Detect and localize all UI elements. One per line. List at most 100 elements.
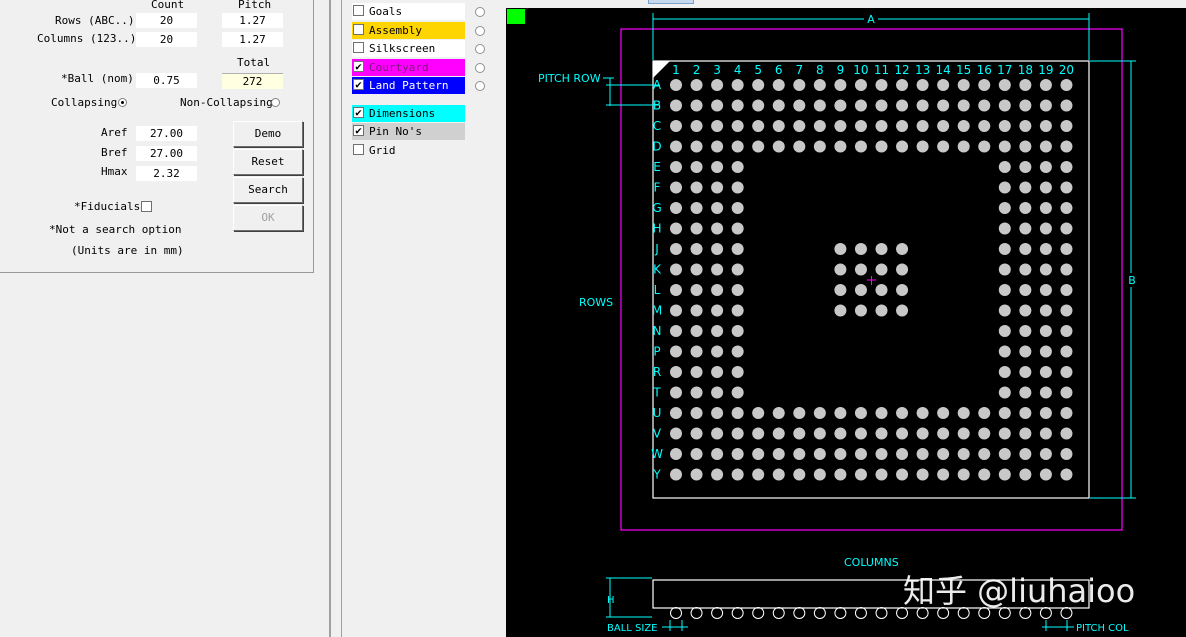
- side-view-ball: [670, 607, 682, 619]
- ball-pad: [916, 99, 929, 112]
- rows-count-field[interactable]: [136, 13, 197, 28]
- ball-pad: [731, 284, 744, 296]
- ball-pad: [731, 325, 744, 337]
- ball-pad: [1019, 140, 1032, 153]
- layer-row-pin-no-s[interactable]: ✔ Pin No's: [352, 123, 465, 140]
- ball-pad: [1039, 345, 1052, 358]
- ball-pad: [1039, 161, 1052, 173]
- ball-pad: [772, 407, 785, 419]
- ball-pad: [875, 284, 888, 296]
- row-letter: E: [653, 160, 661, 174]
- ball-pad: [916, 79, 929, 91]
- ball-pad: [670, 202, 682, 214]
- ball-pad: [670, 243, 682, 255]
- ball-pad: [731, 79, 744, 91]
- ball-pad: [690, 79, 703, 91]
- ball-pad: [1039, 120, 1052, 132]
- ball-pad: [1039, 284, 1052, 296]
- aref-field[interactable]: [136, 126, 197, 141]
- ball-pad: [1060, 427, 1073, 440]
- ball-pad: [752, 99, 765, 112]
- ok-button[interactable]: OK: [233, 205, 303, 231]
- layer-active-radio[interactable]: [475, 81, 485, 91]
- ball-pad: [896, 468, 909, 481]
- layer-checkbox[interactable]: [353, 42, 364, 53]
- search-button[interactable]: Search: [233, 177, 303, 203]
- ball-pad: [752, 427, 765, 440]
- ball-pad: [834, 243, 847, 255]
- footprint-canvas[interactable]: A B PITCH ROW ROWS 1 2 3 4 5 6 7 8 9 10 11 12 13 14 15 16 17…: [506, 8, 1186, 637]
- noncollapsing-radio[interactable]: [271, 98, 280, 107]
- layer-row-assembly[interactable]: Assembly: [352, 22, 465, 39]
- ball-pad: [670, 140, 682, 153]
- ball-pad: [711, 120, 724, 132]
- ball-pad: [772, 468, 785, 481]
- collapsing-radio[interactable]: [118, 98, 127, 107]
- ball-pad: [731, 181, 744, 194]
- ball-pad: [772, 427, 785, 440]
- ball-pad: [670, 161, 682, 173]
- bref-field[interactable]: [136, 146, 197, 161]
- layer-checkbox[interactable]: ✔: [353, 125, 364, 136]
- fiducials-checkbox[interactable]: [141, 201, 152, 212]
- layer-active-radio[interactable]: [475, 44, 485, 54]
- ball-pad: [998, 345, 1011, 358]
- ball-pad: [772, 140, 785, 153]
- layer-active-radio[interactable]: [475, 7, 485, 17]
- ball-pad: [1019, 304, 1032, 317]
- layer-row-dimensions[interactable]: ✔ Dimensions: [352, 105, 465, 122]
- layer-checkbox[interactable]: ✔: [353, 107, 364, 118]
- layer-active-radio[interactable]: [475, 26, 485, 36]
- ball-label: *Ball (nom): [61, 72, 134, 85]
- ball-pad: [937, 140, 950, 153]
- view-tab[interactable]: [648, 0, 694, 4]
- ball-pad: [1019, 325, 1032, 337]
- ball-pad: [1060, 284, 1073, 296]
- ball-pad: [978, 468, 991, 481]
- ball-pad: [690, 263, 703, 276]
- layer-checkbox[interactable]: [353, 144, 364, 155]
- panel-splitter[interactable]: [329, 0, 331, 637]
- ball-pad: [937, 427, 950, 440]
- ball-pad: [752, 468, 765, 481]
- row-letter: D: [652, 140, 661, 154]
- ball-pad: [731, 99, 744, 112]
- ball-pad: [854, 468, 867, 481]
- column-number: 16: [977, 63, 992, 77]
- ball-pad: [998, 99, 1011, 112]
- ball-pad: [834, 263, 847, 276]
- layer-row-silkscreen[interactable]: Silkscreen: [352, 40, 465, 57]
- layer-row-courtyard[interactable]: ✔ Courtyard: [352, 59, 465, 76]
- ball-pad: [793, 120, 806, 132]
- layer-row-land-pattern[interactable]: ✔ Land Pattern: [352, 77, 465, 94]
- layer-checkbox[interactable]: [353, 5, 364, 16]
- layer-checkbox[interactable]: ✔: [353, 61, 364, 72]
- ball-pad: [998, 263, 1011, 276]
- layer-row-grid[interactable]: Grid: [352, 142, 465, 159]
- columns-pitch-field[interactable]: [222, 32, 283, 47]
- ball-pad: [1019, 243, 1032, 255]
- hmax-field[interactable]: [136, 166, 197, 181]
- demo-button[interactable]: Demo: [233, 121, 303, 147]
- ball-pad: [731, 304, 744, 317]
- columns-count-field[interactable]: [136, 32, 197, 47]
- ball-pad: [690, 120, 703, 132]
- ball-pad: [998, 366, 1011, 378]
- layer-row-goals[interactable]: Goals: [352, 3, 465, 20]
- layer-checkbox[interactable]: [353, 24, 364, 35]
- ball-pad: [957, 427, 970, 440]
- ball-pad: [875, 427, 888, 440]
- total-pins-field: [222, 73, 283, 89]
- ball-size-field[interactable]: [136, 73, 197, 88]
- reset-button[interactable]: Reset: [233, 149, 303, 175]
- ball-pad: [670, 325, 682, 337]
- layer-active-radio[interactable]: [475, 63, 485, 73]
- ball-pad: [896, 448, 909, 460]
- layer-checkbox[interactable]: ✔: [353, 79, 364, 90]
- ball-pad: [834, 468, 847, 481]
- ball-pad: [1060, 448, 1073, 460]
- column-number: 5: [754, 63, 762, 77]
- ball-pad: [1019, 181, 1032, 194]
- rows-pitch-field[interactable]: [222, 13, 283, 28]
- ball-pad: [690, 99, 703, 112]
